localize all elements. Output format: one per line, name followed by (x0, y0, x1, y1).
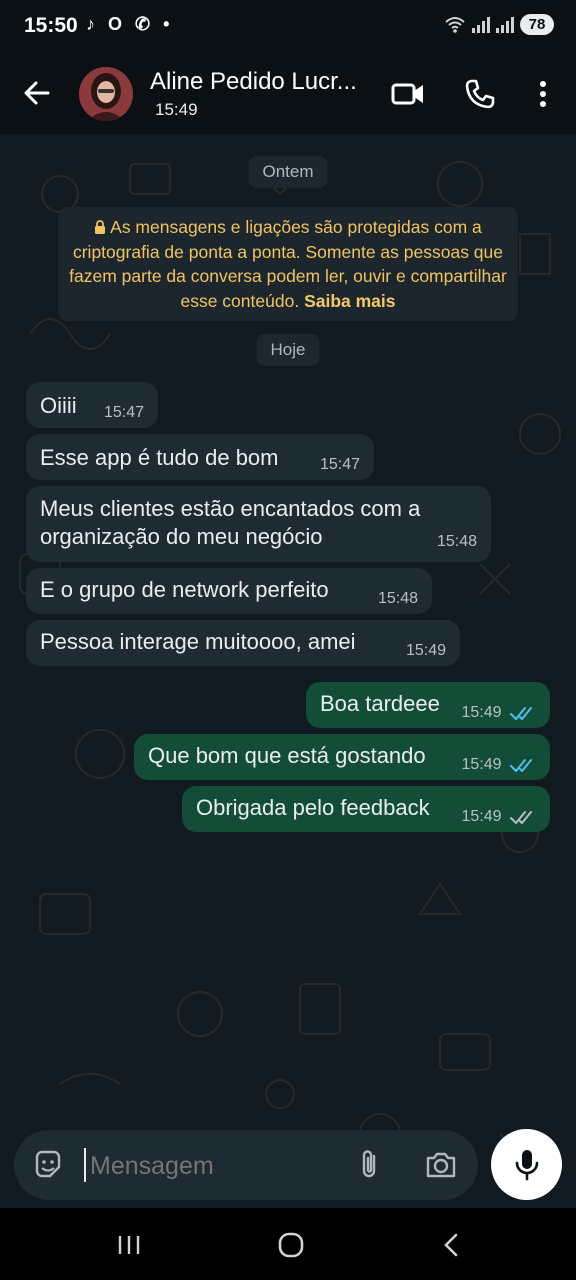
message-incoming[interactable]: Pessoa interage muitoooo, amei 15:49 (26, 620, 460, 666)
contact-last-seen: 15:49 (155, 100, 198, 119)
message-text: Meus clientes estão encantados com a org… (40, 496, 421, 549)
status-time: 15:50 (24, 14, 78, 37)
message-incoming[interactable]: Meus clientes estão encantados com a org… (26, 486, 491, 562)
message-time: 15:47 (103, 404, 144, 421)
wifi-icon (445, 16, 465, 33)
message-time: 15:47 (319, 456, 360, 473)
more-options-icon[interactable] (525, 76, 561, 112)
text-cursor (84, 1148, 86, 1182)
recent-apps-icon[interactable] (116, 1234, 142, 1256)
video-call-icon[interactable] (390, 76, 426, 112)
message-text: Pessoa interage muitoooo, amei (40, 629, 356, 654)
message-incoming[interactable]: Oiiii 15:47 (26, 382, 158, 428)
phone-call-icon[interactable] (462, 76, 498, 112)
message-time: 15:48 (377, 590, 418, 607)
microphone-icon (515, 1150, 539, 1181)
message-meta: 15:49 (462, 808, 537, 826)
message-time: 15:49 (461, 704, 502, 721)
message-text: E o grupo de network perfeito (40, 577, 329, 602)
date-chip-yesterday: Ontem (248, 156, 328, 188)
message-time: 15:48 (436, 533, 477, 550)
message-meta: 15:49 (462, 704, 537, 722)
message-outgoing[interactable]: Obrigada pelo feedback 15:49 (182, 786, 550, 832)
message-text: Obrigada pelo feedback (196, 795, 430, 820)
status-right: 78 (444, 14, 554, 35)
nav-back-icon[interactable] (440, 1232, 462, 1258)
message-incoming[interactable]: Esse app é tudo de bom 15:47 (26, 434, 374, 480)
message-time: 15:49 (461, 808, 502, 825)
message-text: Esse app é tudo de bom (40, 445, 279, 470)
date-chip-today: Hoje (256, 334, 320, 366)
system-navigation-bar (0, 1208, 576, 1280)
message-composer (14, 1130, 478, 1200)
sticker-icon[interactable] (32, 1149, 64, 1181)
message-text: Boa tardeee (320, 691, 440, 716)
status-bar: 15:50 ♪ O ✆ • 78 (0, 0, 576, 54)
battery-level: 78 (520, 14, 554, 35)
message-time: 15:49 (461, 756, 502, 773)
double-check-read-icon (510, 758, 532, 772)
notification-icons: ♪ O ✆ • (86, 14, 174, 34)
message-text: Oiiii (40, 393, 77, 418)
double-check-read-icon (510, 706, 532, 720)
signal-icon (472, 16, 490, 33)
attach-icon[interactable] (354, 1148, 384, 1182)
camera-icon[interactable] (424, 1149, 458, 1181)
voice-message-button[interactable] (491, 1129, 562, 1200)
chat-area[interactable]: Ontem As mensagens e ligações são proteg… (0, 134, 576, 1208)
message-time: 15:49 (405, 642, 446, 659)
home-icon[interactable] (277, 1232, 305, 1258)
message-meta: 15:49 (462, 756, 537, 774)
message-outgoing[interactable]: Que bom que está gostando 15:49 (134, 734, 550, 780)
learn-more-link[interactable]: Saiba mais (304, 291, 395, 311)
encryption-text: As mensagens e ligações são protegidas c… (69, 217, 507, 311)
lock-icon (95, 220, 106, 234)
avatar[interactable] (79, 67, 133, 121)
encryption-notice[interactable]: As mensagens e ligações são protegidas c… (58, 207, 518, 321)
message-outgoing[interactable]: Boa tardeee 15:49 (306, 682, 550, 728)
chat-header: Aline Pedido Lucr... 15:49 (0, 54, 576, 134)
signal-icon-2 (496, 16, 514, 33)
message-input[interactable] (88, 1144, 342, 1188)
contact-name[interactable]: Aline Pedido Lucr... (150, 68, 375, 96)
message-text: Que bom que está gostando (148, 743, 426, 768)
double-check-delivered-icon (510, 810, 532, 824)
message-incoming[interactable]: E o grupo de network perfeito 15:48 (26, 568, 432, 614)
back-arrow-icon[interactable] (20, 76, 54, 110)
